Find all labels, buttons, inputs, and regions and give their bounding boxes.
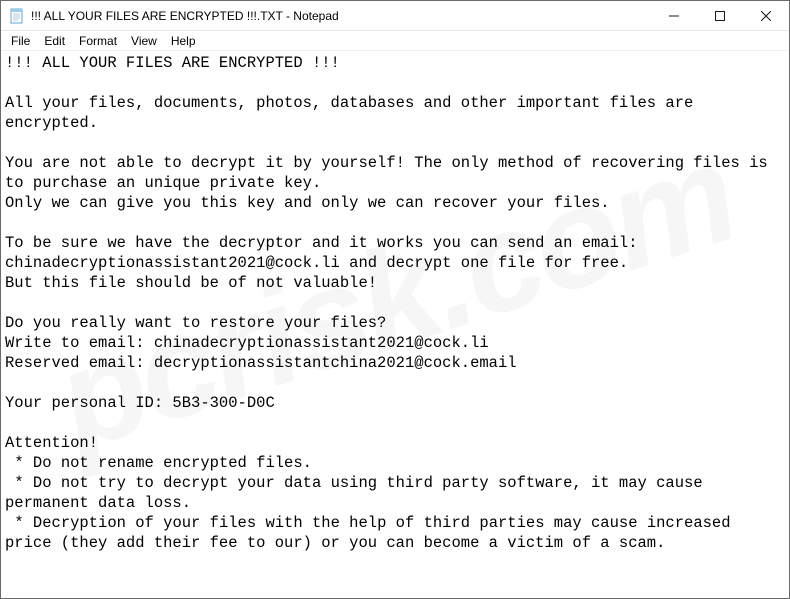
doc-line: Attention! — [5, 434, 98, 452]
menu-format[interactable]: Format — [73, 33, 123, 49]
doc-line: !!! ALL YOUR FILES ARE ENCRYPTED !!! — [5, 54, 340, 72]
doc-line: To be sure we have the decryptor and it … — [5, 234, 638, 252]
menu-edit[interactable]: Edit — [38, 33, 71, 49]
doc-line: You are not able to decrypt it by yourse… — [5, 154, 777, 192]
close-button[interactable] — [743, 1, 789, 30]
doc-line: Write to email: chinadecryptionassistant… — [5, 334, 489, 352]
doc-line: Do you really want to restore your files… — [5, 314, 386, 332]
menu-view[interactable]: View — [125, 33, 163, 49]
doc-line: Reserved email: decryptionassistantchina… — [5, 354, 517, 372]
notepad-window: !!! ALL YOUR FILES ARE ENCRYPTED !!!.TXT… — [0, 0, 790, 599]
doc-line: All your files, documents, photos, datab… — [5, 94, 703, 132]
doc-line: Your personal ID: 5B3-300-D0C — [5, 394, 275, 412]
watermark: pcrisk.com — [59, 180, 730, 415]
window-controls — [651, 1, 789, 30]
doc-line: * Do not try to decrypt your data using … — [5, 474, 712, 512]
doc-line: chinadecryptionassistant2021@cock.li and… — [5, 254, 628, 272]
doc-line: * Decryption of your files with the help… — [5, 514, 740, 552]
minimize-button[interactable] — [651, 1, 697, 30]
notepad-icon — [9, 8, 25, 24]
doc-line: Only we can give you this key and only w… — [5, 194, 610, 212]
menu-file[interactable]: File — [5, 33, 36, 49]
window-title: !!! ALL YOUR FILES ARE ENCRYPTED !!!.TXT… — [31, 9, 651, 23]
doc-line: But this file should be of not valuable! — [5, 274, 377, 292]
maximize-button[interactable] — [697, 1, 743, 30]
doc-line: * Do not rename encrypted files. — [5, 454, 312, 472]
menubar: File Edit Format View Help — [1, 31, 789, 51]
text-area[interactable]: !!! ALL YOUR FILES ARE ENCRYPTED !!! All… — [1, 51, 789, 598]
titlebar[interactable]: !!! ALL YOUR FILES ARE ENCRYPTED !!!.TXT… — [1, 1, 789, 31]
menu-help[interactable]: Help — [165, 33, 202, 49]
